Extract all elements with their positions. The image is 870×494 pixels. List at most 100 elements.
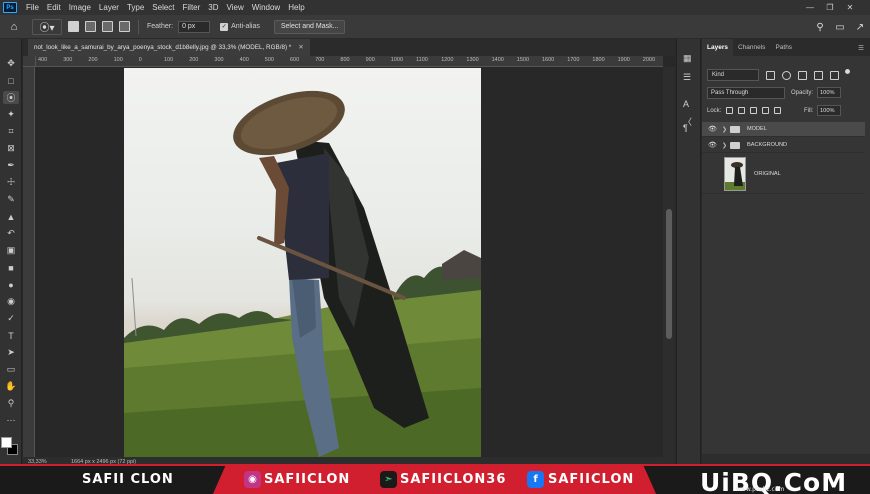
layer-row-model[interactable]: 👁 ❯ MODEL (702, 122, 865, 137)
horizontal-ruler[interactable]: 400 300 200 100 0 100 200 300 400 500 600 700 800 900… (36, 56, 663, 67)
workspace-icon[interactable]: ▭ (830, 22, 850, 33)
rectangle-tool-icon[interactable]: ▭ (3, 363, 19, 376)
canvas-area[interactable] (36, 67, 663, 457)
menu-edit[interactable]: Edit (43, 3, 65, 12)
foreground-color-swatch[interactable] (1, 437, 12, 448)
ruler-tick-label: 1900 (617, 57, 630, 63)
lock-artboard-icon[interactable] (762, 107, 769, 114)
fill-input[interactable]: 100% (817, 105, 841, 116)
opacity-input[interactable]: 100% (817, 87, 841, 98)
gradient-tool-icon[interactable]: ■ (3, 261, 19, 274)
close-window-button[interactable]: ✕ (840, 3, 860, 12)
document-tab[interactable]: not_look_like_a_samurai_by_arya_poenya_s… (28, 39, 310, 56)
eraser-tool-icon[interactable]: ▣ (3, 244, 19, 257)
chevron-right-icon[interactable]: ❯ (722, 142, 727, 149)
hand-tool-icon[interactable]: ✋ (3, 380, 19, 393)
zoom-tool-icon[interactable]: ⚲ (3, 397, 19, 410)
path-select-tool-icon[interactable]: ➤ (3, 346, 19, 359)
intersect-selection-icon[interactable] (119, 21, 130, 32)
ruler-tick-label: 300 (63, 57, 73, 63)
properties-panel-icon[interactable]: ☰ (683, 72, 691, 83)
close-icon[interactable]: ✕ (298, 44, 303, 51)
visibility-eye-icon[interactable]: 👁 (708, 141, 717, 149)
blur-tool-icon[interactable]: ● (3, 278, 19, 291)
filter-toggle-icon[interactable] (845, 69, 850, 74)
lock-image-icon[interactable] (738, 107, 745, 114)
paragraph-panel-icon[interactable]: ¶ (683, 123, 688, 133)
panel-menu-icon[interactable]: ☰ (858, 39, 870, 56)
select-and-mask-button[interactable]: Select and Mask... (273, 19, 346, 34)
scrollbar-thumb[interactable] (666, 209, 672, 339)
add-selection-icon[interactable] (85, 21, 96, 32)
pen-tool-icon[interactable]: ✓ (3, 312, 19, 325)
pixel-filter-icon[interactable] (766, 71, 775, 80)
restore-button[interactable]: ❐ (820, 3, 840, 12)
menu-view[interactable]: View (223, 3, 248, 12)
blend-mode-select[interactable]: Pass Through (707, 87, 785, 99)
adjustment-filter-icon[interactable] (782, 71, 791, 80)
folder-icon (730, 141, 740, 149)
banner-channel-name: SAFII CLON (82, 472, 174, 487)
filter-kind-select[interactable]: Kind (707, 69, 759, 81)
shape-filter-icon[interactable] (814, 71, 823, 80)
brush-tool-icon[interactable]: ✎ (3, 193, 19, 206)
menu-layer[interactable]: Layer (95, 3, 123, 12)
tools-panel: ✥ □ ⦿ ✦ ⌗ ⊠ ✒ ☩ ✎ ▲ ↶ ▣ ■ ● ◉ ✓ T ➤ ▭ ✋ … (0, 39, 22, 464)
subtract-selection-icon[interactable] (102, 21, 113, 32)
marquee-tool-icon[interactable]: □ (3, 74, 19, 87)
chevron-right-icon[interactable]: ❯ (722, 126, 727, 133)
panel-tabs: Layers Channels Paths ☰ (702, 39, 870, 56)
menu-3d[interactable]: 3D (204, 3, 222, 12)
layer-thumbnail (724, 157, 746, 191)
history-brush-tool-icon[interactable]: ↶ (3, 227, 19, 240)
vertical-scrollbar[interactable] (663, 67, 675, 457)
share-icon[interactable]: ↗ (850, 22, 870, 33)
ruler-origin[interactable] (23, 56, 36, 67)
menu-filter[interactable]: Filter (179, 3, 205, 12)
feather-input[interactable]: 0 px (178, 20, 211, 33)
more-tools-icon[interactable]: ⋯ (3, 414, 19, 427)
document-image[interactable] (124, 68, 481, 457)
tab-layers[interactable]: Layers (702, 39, 733, 56)
lock-all-icon[interactable] (774, 107, 781, 114)
menu-file[interactable]: File (22, 3, 43, 12)
menu-select[interactable]: Select (148, 3, 178, 12)
new-selection-icon[interactable] (68, 21, 79, 32)
menu-image[interactable]: Image (65, 3, 95, 12)
clone-stamp-tool-icon[interactable]: ▲ (3, 210, 19, 223)
eyedropper-tool-icon[interactable]: ✒ (3, 159, 19, 172)
character-panel-icon[interactable]: A (683, 99, 689, 109)
quick-select-tool-icon[interactable]: ✦ (3, 108, 19, 121)
lasso-preset-icon[interactable]: ⦿▾ (32, 18, 62, 35)
tab-paths[interactable]: Paths (770, 39, 797, 56)
dodge-tool-icon[interactable]: ◉ (3, 295, 19, 308)
move-tool-icon[interactable]: ✥ (3, 57, 19, 70)
home-icon[interactable]: ⌂ (0, 15, 28, 39)
lock-pixels-icon[interactable] (726, 107, 733, 114)
healing-brush-tool-icon[interactable]: ☩ (3, 176, 19, 189)
lock-position-icon[interactable] (750, 107, 757, 114)
menu-bar: Ps File Edit Image Layer Type Select Fil… (0, 0, 870, 15)
layer-row-original[interactable]: ORIGINAL (702, 154, 865, 194)
search-icon[interactable]: ⚲ (810, 22, 830, 33)
smart-object-filter-icon[interactable] (830, 71, 839, 80)
document-tab-title: not_look_like_a_samurai_by_arya_poenya_s… (34, 44, 292, 51)
history-panel-icon[interactable]: ▦ (683, 53, 692, 64)
minimize-button[interactable]: — (800, 3, 820, 12)
menu-window[interactable]: Window (248, 3, 284, 12)
layer-row-background[interactable]: 👁 ❯ BACKGROUND (702, 138, 865, 153)
divider (138, 19, 139, 34)
antialias-checkbox[interactable]: ✓ (220, 22, 229, 31)
menu-help[interactable]: Help (284, 3, 308, 12)
type-tool-icon[interactable]: T (3, 329, 19, 342)
frame-tool-icon[interactable]: ⊠ (3, 142, 19, 155)
options-bar: ⌂ ⦿▾ Feather: 0 px ✓ Anti-alias Select a… (0, 15, 870, 39)
visibility-eye-icon[interactable]: 👁 (708, 125, 717, 133)
type-filter-icon[interactable] (798, 71, 807, 80)
lasso-tool-icon[interactable]: ⦿ (3, 91, 19, 104)
menu-type[interactable]: Type (123, 3, 148, 12)
vertical-ruler[interactable] (23, 67, 35, 457)
crop-tool-icon[interactable]: ⌗ (3, 125, 19, 138)
tab-channels[interactable]: Channels (733, 39, 770, 56)
photoshop-logo: Ps (3, 2, 17, 13)
